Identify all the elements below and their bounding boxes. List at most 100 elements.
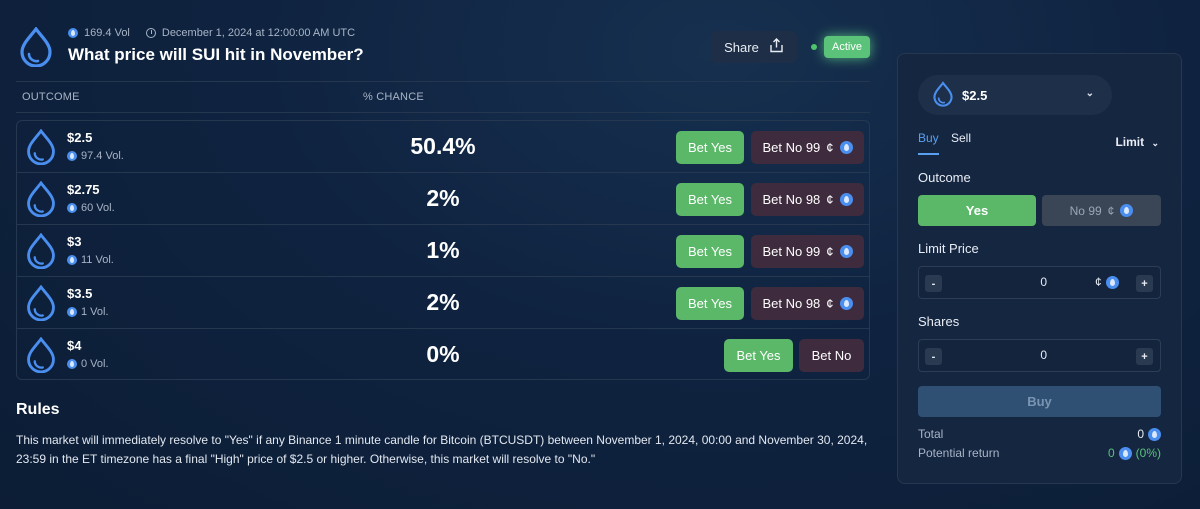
bet-no-label: Bet No 98 bbox=[762, 296, 821, 311]
chevron-down-icon: ⌄ bbox=[1085, 88, 1094, 99]
share-icon bbox=[769, 38, 784, 56]
outcome-chance: 50.4% bbox=[410, 133, 476, 159]
outcome-label: $3 bbox=[67, 234, 82, 249]
sui-coin-icon bbox=[1118, 446, 1132, 460]
market-end-date: December 1, 2024 at 12:00:00 AM UTC bbox=[161, 27, 356, 39]
status-badge: Active bbox=[824, 36, 870, 58]
sui-coin-icon bbox=[67, 203, 77, 213]
bet-no-button[interactable]: Bet No 99 ¢ bbox=[751, 131, 864, 164]
shares-input[interactable]: 0 bbox=[999, 348, 1047, 362]
shares-label: Shares bbox=[918, 314, 960, 329]
outcome-chance: 2% bbox=[426, 289, 460, 315]
sui-drop-icon bbox=[25, 180, 57, 222]
buy-button[interactable]: Buy bbox=[918, 386, 1161, 417]
bet-yes-button[interactable]: Bet Yes bbox=[676, 287, 744, 320]
total-label: Total bbox=[918, 427, 944, 441]
potential-return-pct: (0%) bbox=[1135, 446, 1161, 460]
total-amount: 0 bbox=[1137, 427, 1144, 441]
sui-coin-icon bbox=[1105, 275, 1119, 289]
bet-no-button[interactable]: Bet No bbox=[799, 339, 864, 372]
sui-coin-icon bbox=[839, 193, 853, 206]
outcome-no-button[interactable]: No 99 ¢ bbox=[1042, 195, 1161, 226]
clock-icon bbox=[145, 28, 156, 38]
market-meta: 169.4 Vol December 1, 2024 at 12:00:00 A… bbox=[68, 27, 355, 39]
total-value: 0 bbox=[1137, 427, 1161, 441]
bet-yes-button[interactable]: Bet Yes bbox=[676, 131, 744, 164]
column-header-outcome: OUTCOME bbox=[22, 91, 80, 103]
bet-yes-button[interactable]: Bet Yes bbox=[676, 235, 744, 268]
chevron-down-icon: ⌄ bbox=[1151, 138, 1159, 148]
outcome-label: Outcome bbox=[918, 170, 971, 185]
outcome-label: $4 bbox=[67, 338, 82, 353]
limit-price-unit: ¢ bbox=[1095, 275, 1119, 289]
order-type-label: Limit bbox=[1115, 135, 1145, 149]
tab-buy-underline bbox=[918, 153, 939, 155]
header-divider bbox=[16, 81, 870, 82]
bet-no-label: Bet No 99 bbox=[762, 140, 821, 155]
bet-no-label: Bet No 98 bbox=[762, 192, 821, 207]
rules-text: This market will immediately resolve to … bbox=[16, 433, 868, 466]
table-row: $3 11 Vol. 1% Bet Yes Bet No 99 ¢ bbox=[17, 225, 869, 277]
cent-unit: ¢ bbox=[826, 296, 834, 311]
cent-unit: ¢ bbox=[826, 140, 834, 155]
outcome-label: $2.75 bbox=[67, 182, 100, 197]
sui-drop-icon bbox=[25, 232, 57, 274]
sui-drop-icon bbox=[25, 284, 57, 326]
sui-coin-icon bbox=[67, 151, 77, 161]
bet-yes-button[interactable]: Bet Yes bbox=[676, 183, 744, 216]
limit-price-label: Limit Price bbox=[918, 241, 979, 256]
outcome-label: $3.5 bbox=[67, 286, 93, 301]
outcome-volume-text: 60 Vol. bbox=[81, 202, 115, 214]
outcome-chance: 1% bbox=[426, 237, 460, 263]
limit-price-stepper: - 0 ¢ + bbox=[918, 266, 1161, 299]
order-panel: $2.5 ⌄ Buy Sell Limit ⌄ Outcome Yes No 9… bbox=[897, 53, 1182, 484]
table-row: $2.5 97.4 Vol. 50.4% Bet Yes Bet No 99 ¢ bbox=[17, 121, 869, 173]
market-volume: 169.4 Vol bbox=[84, 27, 130, 39]
share-label: Share bbox=[724, 39, 759, 55]
limit-price-increment[interactable]: + bbox=[1136, 275, 1153, 292]
selected-outcome: $2.5 bbox=[962, 87, 988, 103]
outcome-chance: 2% bbox=[426, 185, 460, 211]
outcome-volume: 0 Vol. bbox=[67, 358, 109, 370]
potential-return-label: Potential return bbox=[918, 446, 1000, 460]
table-row: $3.5 1 Vol. 2% Bet Yes Bet No 98 ¢ bbox=[17, 277, 869, 329]
bet-no-label: Bet No 99 bbox=[762, 244, 821, 259]
shares-increment[interactable]: + bbox=[1136, 348, 1153, 365]
sui-coin-icon bbox=[839, 141, 853, 154]
page-title: What price will SUI hit in November? bbox=[68, 45, 364, 64]
table-row: $2.75 60 Vol. 2% Bet Yes Bet No 98 ¢ bbox=[17, 173, 869, 225]
cent-unit: ¢ bbox=[826, 244, 834, 259]
outcome-yes-button[interactable]: Yes bbox=[918, 195, 1036, 226]
outcome-chance: 0% bbox=[426, 341, 460, 367]
shares-decrement[interactable]: - bbox=[925, 348, 942, 365]
outcome-selector[interactable]: $2.5 ⌄ bbox=[918, 75, 1112, 115]
order-type-dropdown[interactable]: Limit ⌄ bbox=[1115, 135, 1159, 149]
sui-coin-icon bbox=[839, 245, 853, 258]
tab-buy[interactable]: Buy bbox=[918, 131, 939, 145]
bet-no-button[interactable]: Bet No 98 ¢ bbox=[751, 183, 864, 216]
outcome-table: $2.5 97.4 Vol. 50.4% Bet Yes Bet No 99 ¢… bbox=[16, 120, 870, 380]
outcome-volume: 1 Vol. bbox=[67, 306, 109, 318]
tab-sell[interactable]: Sell bbox=[951, 131, 971, 145]
limit-price-decrement[interactable]: - bbox=[925, 275, 942, 292]
table-row: $4 0 Vol. 0% Bet Yes Bet No bbox=[17, 329, 869, 379]
sui-drop-icon bbox=[18, 26, 54, 72]
market-main: 169.4 Vol December 1, 2024 at 12:00:00 A… bbox=[0, 0, 880, 509]
cent-unit: ¢ bbox=[1095, 275, 1102, 289]
outcome-volume: 97.4 Vol. bbox=[67, 150, 124, 162]
sui-coin-icon bbox=[1120, 204, 1134, 217]
outcome-volume-text: 11 Vol. bbox=[81, 254, 114, 266]
bet-yes-button[interactable]: Bet Yes bbox=[724, 339, 793, 372]
sui-coin-icon bbox=[67, 307, 77, 317]
share-button[interactable]: Share bbox=[711, 31, 797, 63]
limit-price-input[interactable]: 0 bbox=[999, 275, 1047, 289]
sui-drop-icon bbox=[25, 336, 57, 378]
outcome-volume-text: 1 Vol. bbox=[81, 306, 109, 318]
sui-drop-icon bbox=[932, 80, 954, 110]
shares-stepper: - 0 + bbox=[918, 339, 1161, 372]
status-dot bbox=[811, 44, 817, 50]
rules-title: Rules bbox=[16, 401, 60, 418]
outcome-volume: 60 Vol. bbox=[67, 202, 115, 214]
bet-no-button[interactable]: Bet No 98 ¢ bbox=[751, 287, 864, 320]
bet-no-button[interactable]: Bet No 99 ¢ bbox=[751, 235, 864, 268]
